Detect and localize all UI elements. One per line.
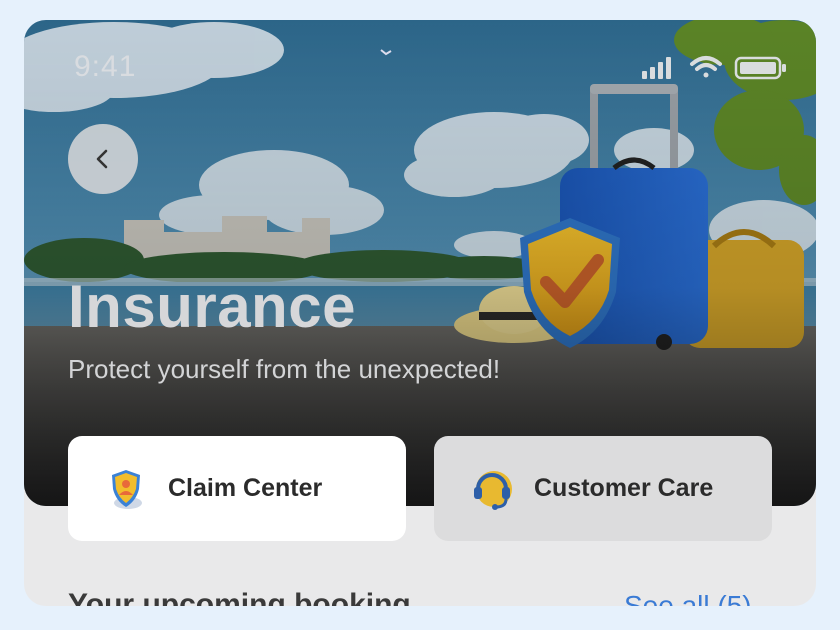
page-title: Insurance [68, 273, 356, 340]
upcoming-booking-heading: Your upcoming booking [68, 588, 411, 606]
see-all-link[interactable]: See all (5) [624, 590, 752, 606]
status-time: 9:41 [74, 50, 137, 83]
back-button[interactable] [68, 124, 138, 194]
page-subtitle: Protect yourself from the unexpected! [68, 354, 501, 384]
shield-person-icon [112, 469, 142, 509]
hero-beach-image [24, 20, 816, 506]
battery-icon [734, 56, 786, 80]
customer-care-button[interactable]: Customer Care [434, 436, 772, 541]
hero-banner: 9:41 Insurance Protect yourself from the… [24, 20, 816, 506]
signal-icon [642, 57, 671, 79]
customer-care-label: Customer Care [534, 474, 714, 502]
claim-center-button[interactable]: Claim Center [68, 436, 406, 541]
chevron-left-icon [96, 149, 108, 169]
wifi-icon [690, 56, 722, 78]
status-icons [642, 56, 786, 80]
app-screen: 9:41 Insurance Protect yourself from the… [24, 20, 816, 606]
headset-icon [474, 470, 512, 510]
claim-center-label: Claim Center [168, 474, 323, 502]
